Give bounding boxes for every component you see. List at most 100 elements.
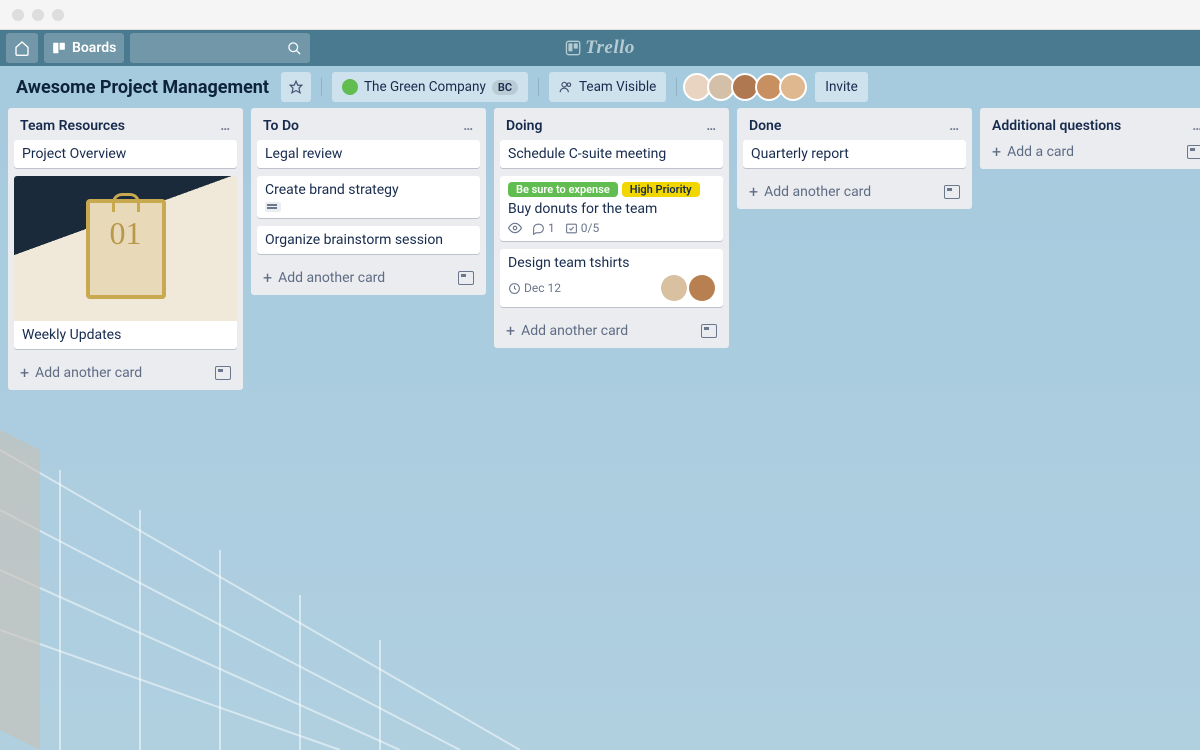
card[interactable]: Project Overview — [14, 140, 237, 168]
list-title[interactable]: Done — [749, 118, 781, 134]
clipboard-icon: 01 — [86, 199, 166, 299]
list-menu-button[interactable]: … — [463, 119, 474, 134]
divider — [538, 78, 539, 96]
team-name: The Green Company — [364, 79, 486, 95]
team-button[interactable]: The Green Company BC — [332, 72, 528, 102]
add-card-button[interactable]: + Add another card — [20, 363, 142, 382]
home-icon — [14, 40, 30, 56]
card-title: Quarterly report — [751, 146, 958, 162]
avatar[interactable] — [689, 275, 715, 301]
card-label[interactable]: Be sure to expense — [508, 182, 618, 197]
app-logo[interactable]: Trello — [565, 37, 635, 59]
star-icon — [289, 80, 303, 94]
list-menu-button[interactable]: … — [949, 119, 960, 134]
list-title[interactable]: Additional questions — [992, 118, 1121, 134]
list-done: Done … Quarterly report + Add another ca… — [737, 108, 972, 209]
visibility-label: Team Visible — [579, 79, 656, 95]
boards-button[interactable]: Boards — [44, 33, 124, 63]
add-card-button[interactable]: + Add another card — [749, 182, 871, 201]
boards-label: Boards — [72, 40, 116, 56]
app-topbar: Boards Trello — [0, 30, 1200, 66]
window-max-dot[interactable] — [52, 9, 64, 21]
list-title[interactable]: Team Resources — [20, 118, 125, 134]
team-avatar-icon — [342, 79, 358, 95]
card-members — [661, 275, 715, 301]
checklist-icon — [565, 222, 578, 235]
list-additional-questions: Additional questions … + Add a card — [980, 108, 1200, 169]
logo-text: Trello — [585, 37, 635, 59]
card-template-button[interactable] — [215, 366, 231, 380]
plus-icon: + — [506, 321, 515, 340]
window-titlebar — [0, 0, 1200, 30]
add-card-label: Add another card — [35, 365, 142, 381]
plus-icon: + — [20, 363, 29, 382]
list-title[interactable]: Doing — [506, 118, 542, 134]
list-menu-button[interactable]: … — [1192, 119, 1200, 134]
comment-icon — [532, 222, 545, 235]
people-icon — [559, 80, 573, 94]
description-icon — [265, 202, 281, 212]
card[interactable]: Organize brainstorm session — [257, 226, 480, 254]
card-template-button[interactable] — [1187, 145, 1200, 159]
card-title: Schedule C-suite meeting — [508, 146, 715, 162]
star-button[interactable] — [281, 72, 311, 102]
list-team-resources: Team Resources … Project Overview 01 Wee… — [8, 108, 243, 390]
window-min-dot[interactable] — [32, 9, 44, 21]
background-art — [0, 350, 1200, 750]
card[interactable]: Create brand strategy — [257, 176, 480, 218]
card-title: Organize brainstorm session — [265, 232, 472, 248]
add-card-label: Add a card — [1007, 144, 1074, 160]
add-card-label: Add another card — [764, 184, 871, 200]
add-card-button[interactable]: + Add a card — [992, 142, 1074, 161]
search-icon — [287, 41, 302, 56]
list-menu-button[interactable]: … — [220, 119, 231, 134]
avatar[interactable] — [779, 73, 807, 101]
card-title: Project Overview — [22, 146, 229, 162]
eye-icon — [508, 221, 522, 235]
clock-icon — [508, 282, 521, 295]
card-template-button[interactable] — [944, 185, 960, 199]
comments-badge: 1 — [532, 221, 555, 235]
card-label[interactable]: High Priority — [622, 182, 700, 197]
card[interactable]: Quarterly report — [743, 140, 966, 168]
card[interactable]: Schedule C-suite meeting — [500, 140, 723, 168]
card-template-button[interactable] — [701, 324, 717, 338]
visibility-button[interactable]: Team Visible — [549, 72, 666, 102]
add-card-label: Add another card — [278, 270, 385, 286]
home-button[interactable] — [6, 33, 38, 63]
card-title: Legal review — [265, 146, 472, 162]
due-date-badge: Dec 12 — [508, 281, 561, 295]
list-menu-button[interactable]: … — [706, 119, 717, 134]
card-template-button[interactable] — [458, 271, 474, 285]
divider — [676, 78, 677, 96]
plus-icon: + — [749, 182, 758, 201]
board-members[interactable] — [687, 73, 807, 101]
card-title: Buy donuts for the team — [508, 201, 715, 217]
list-doing: Doing … Schedule C-suite meeting Be sure… — [494, 108, 729, 348]
add-card-button[interactable]: + Add another card — [506, 321, 628, 340]
invite-button[interactable]: Invite — [815, 72, 868, 102]
checklist-badge: 0/5 — [565, 221, 599, 235]
search-box[interactable] — [130, 33, 310, 63]
plus-icon: + — [992, 142, 1001, 161]
card[interactable]: Design team tshirts Dec 12 — [500, 249, 723, 307]
board-title[interactable]: Awesome Project Management — [12, 73, 273, 102]
boards-icon — [52, 41, 66, 55]
add-card-label: Add another card — [521, 323, 628, 339]
card[interactable]: Be sure to expense High Priority Buy don… — [500, 176, 723, 241]
divider — [321, 78, 322, 96]
watch-badge — [508, 221, 522, 235]
card-title: Weekly Updates — [14, 321, 237, 349]
card[interactable]: 01 Weekly Updates — [14, 176, 237, 349]
card-title: Create brand strategy — [265, 182, 472, 198]
team-plan-badge: BC — [492, 80, 518, 95]
list-title[interactable]: To Do — [263, 118, 299, 134]
plus-icon: + — [263, 268, 272, 287]
trello-glyph-icon — [565, 40, 581, 56]
avatar[interactable] — [661, 275, 687, 301]
card-title: Design team tshirts — [508, 255, 715, 271]
card[interactable]: Legal review — [257, 140, 480, 168]
invite-label: Invite — [825, 79, 858, 95]
add-card-button[interactable]: + Add another card — [263, 268, 385, 287]
window-close-dot[interactable] — [12, 9, 24, 21]
